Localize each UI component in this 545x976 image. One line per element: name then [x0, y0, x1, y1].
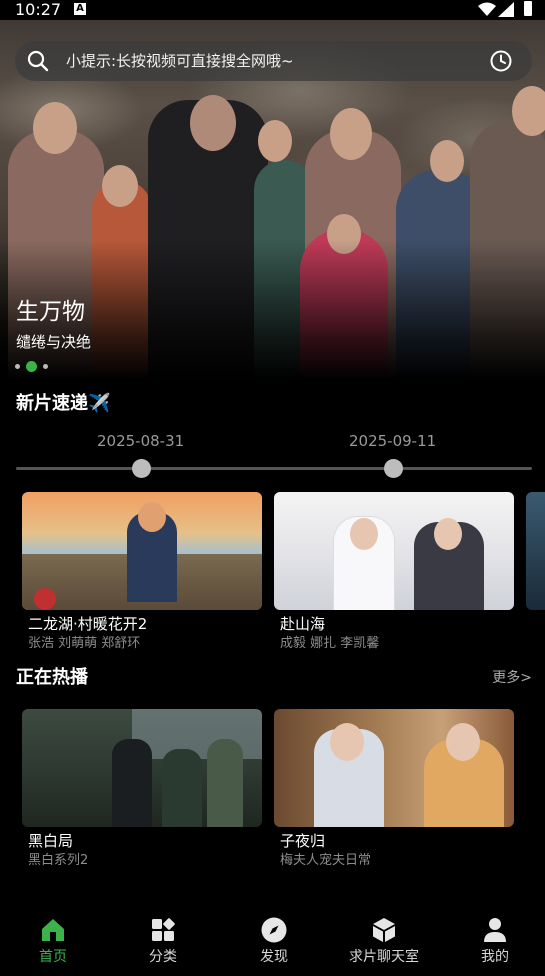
signal-icon — [498, 2, 514, 17]
movie-cast: 成毅 娜扎 李凯馨 — [280, 636, 380, 651]
nav-item-request-chat[interactable]: 求片聊天室 — [334, 906, 434, 966]
search-bar[interactable]: 小提示:长按视频可直接搜全网哦~ — [15, 41, 532, 81]
movie-title[interactable]: 二龙湖·村暖花开2 — [22, 614, 262, 634]
show-poster[interactable] — [274, 709, 514, 827]
nav-label[interactable]: 求片聊天室 — [334, 948, 434, 966]
show-card[interactable]: 子夜归 梅夫人宠夫日常 — [274, 709, 514, 870]
section-title-new-releases: 新片速递✈️ — [16, 393, 111, 414]
nav-label[interactable]: 分类 — [113, 948, 213, 966]
carousel-dot[interactable] — [15, 364, 20, 369]
nav-label[interactable]: 首页 — [3, 948, 103, 966]
movie-title[interactable]: 赴山海 — [274, 614, 514, 634]
cube-icon[interactable] — [370, 916, 398, 944]
more-link[interactable]: 更多> — [492, 668, 532, 688]
timeline-date[interactable]: 2025-09-11 — [349, 431, 436, 451]
search-icon[interactable] — [27, 50, 49, 72]
movie-poster[interactable] — [274, 492, 514, 610]
timeline-knob[interactable] — [132, 459, 151, 478]
movie-poster[interactable] — [22, 492, 262, 610]
hero-figure-head — [190, 95, 236, 151]
battery-icon — [524, 1, 532, 16]
bottom-nav: 首页 分类 发现 求片聊天室 我的 — [0, 906, 545, 976]
nav-item-discover[interactable]: 发现 — [224, 906, 324, 966]
hero-figure-head — [102, 165, 138, 207]
status-time: 10:27 — [15, 0, 62, 19]
show-title[interactable]: 子夜归 — [274, 831, 514, 851]
timeline-knob[interactable] — [384, 459, 403, 478]
carousel-dot[interactable] — [43, 364, 48, 369]
hero-figure-head — [512, 86, 545, 136]
show-subtitle: 梅夫人宠夫日常 — [280, 853, 372, 868]
status-bar: 10:27 A — [0, 0, 545, 20]
hero-figure-head — [33, 102, 77, 154]
show-title[interactable]: 黑白局 — [22, 831, 262, 851]
carousel-dot-active[interactable] — [26, 361, 37, 372]
timeline-track[interactable] — [16, 467, 532, 470]
nav-item-home[interactable]: 首页 — [3, 906, 103, 966]
movie-cast: 张浩 刘萌萌 郑舒环 — [28, 636, 141, 651]
hero-figure-head — [330, 108, 372, 160]
home-icon[interactable] — [39, 916, 67, 944]
history-icon[interactable] — [489, 49, 513, 73]
hero-title[interactable]: 生万物 — [16, 297, 85, 327]
carousel-indicator — [15, 361, 48, 372]
hero-figure-head — [258, 120, 292, 162]
movie-card[interactable]: 赴山海 成毅 娜扎 李凯馨 — [274, 492, 514, 653]
search-hint[interactable]: 小提示:长按视频可直接搜全网哦~ — [66, 51, 294, 71]
movie-card[interactable]: 二龙湖·村暖花开2 张浩 刘萌萌 郑舒环 — [22, 492, 262, 653]
compass-icon[interactable] — [260, 916, 288, 944]
nav-label[interactable]: 我的 — [445, 948, 545, 966]
nav-item-category[interactable]: 分类 — [113, 906, 213, 966]
hero-figure-head — [430, 140, 464, 182]
nav-item-profile[interactable]: 我的 — [445, 906, 545, 966]
timeline-date[interactable]: 2025-08-31 — [97, 431, 184, 451]
wifi-icon — [478, 2, 496, 16]
notification-a-icon: A — [74, 3, 86, 15]
profile-icon[interactable] — [481, 916, 509, 944]
hero-subtitle: 缱绻与决绝 — [16, 333, 92, 351]
show-subtitle: 黑白系列2 — [28, 853, 89, 868]
section-title-now-playing: 正在热播 — [16, 667, 88, 688]
category-icon[interactable] — [149, 916, 177, 944]
movie-card-partial[interactable] — [526, 492, 545, 610]
show-poster[interactable] — [22, 709, 262, 827]
nav-label[interactable]: 发现 — [224, 948, 324, 966]
show-card[interactable]: 黑白局 黑白系列2 — [22, 709, 262, 870]
